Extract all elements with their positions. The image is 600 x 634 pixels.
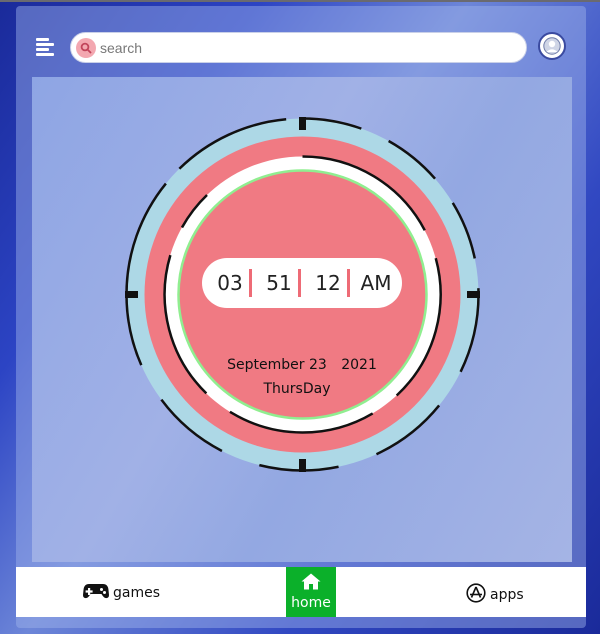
time-minutes: 51 xyxy=(266,271,292,295)
nav-games-label: games xyxy=(113,585,161,601)
app-store-icon xyxy=(466,583,486,607)
search-input[interactable] xyxy=(100,37,510,59)
clock-area: 03 51 12 AM September 23 2021 ThursDay xyxy=(32,77,572,562)
user-avatar-icon[interactable] xyxy=(538,32,566,60)
window-top-edge xyxy=(0,0,600,2)
date-display: September 23 2021 xyxy=(182,357,422,373)
time-separator xyxy=(298,269,301,297)
time-meridiem: AM xyxy=(360,271,392,295)
date-year: 2021 xyxy=(341,357,377,373)
gamepad-icon xyxy=(83,583,109,603)
time-separator xyxy=(249,269,252,297)
nav-apps-label: apps xyxy=(490,587,524,603)
search-bar xyxy=(70,32,527,63)
date-month-day: September 23 xyxy=(227,357,327,373)
home-icon xyxy=(301,573,321,594)
weekday-display: ThursDay xyxy=(263,381,331,397)
nav-home-label: home xyxy=(291,595,331,611)
nav-home[interactable]: home xyxy=(286,567,336,617)
header-bar xyxy=(16,22,586,72)
search-icon[interactable] xyxy=(76,38,96,58)
time-seconds: 12 xyxy=(315,271,341,295)
digital-time-display: 03 51 12 AM xyxy=(202,258,402,308)
bottom-navigation: games home apps xyxy=(16,567,586,617)
menu-icon[interactable] xyxy=(36,38,56,56)
time-separator xyxy=(347,269,350,297)
nav-apps[interactable]: apps xyxy=(466,583,524,607)
time-hours: 03 xyxy=(217,271,243,295)
nav-games[interactable]: games xyxy=(83,583,160,603)
